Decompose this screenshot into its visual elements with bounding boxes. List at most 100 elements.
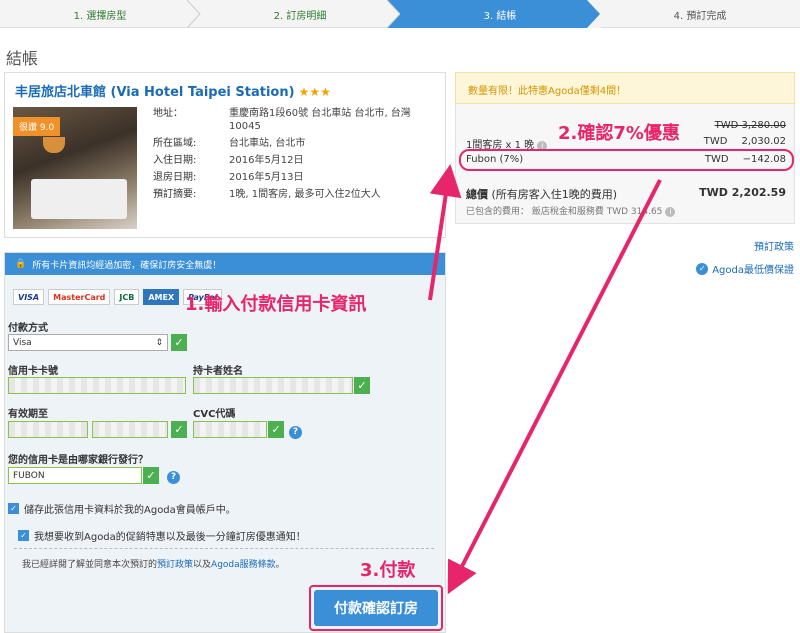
pay-button-highlight: 付款確認訂房 [309, 585, 443, 631]
terms-text: 。 [275, 560, 285, 570]
card-holder-label: 持卡者姓名 [193, 366, 243, 377]
room-price: 2,030.02 [741, 136, 786, 147]
save-card-label: 儲存此張信用卡資料於我的Agoda會員帳戶中。 [24, 505, 236, 516]
cvc-label: CVC代碼 [193, 409, 236, 420]
valid-check-icon: ✓ [354, 377, 370, 394]
issuing-bank-label: 您的信用卡是由哪家銀行發行？ [8, 455, 148, 466]
annotation-step3: 3.付款 [360, 560, 416, 581]
info-value: 1晚, 1間客房, 最多可入住2位大人 [229, 189, 381, 200]
hotel-name[interactable]: 丰居旅店北車館 (Via Hotel Taipei Station) [15, 85, 295, 100]
info-label: 入住日期: [153, 155, 197, 166]
discount-row: Fubon (7%) TWD −142.08 [466, 154, 786, 165]
hotel-photo[interactable]: 很讚 9.0 [13, 107, 137, 229]
select-arrows-icon: ⇕ [155, 337, 163, 348]
info-label: 地址： [153, 108, 183, 119]
jcb-logo-icon: JCB [114, 289, 140, 305]
card-holder-input[interactable] [193, 377, 353, 394]
annotation-step1: 1.輸入付款信用卡資訊 [185, 294, 367, 315]
info-value: 重慶南路1段60號 台北車站 台北市, 台灣 10045 [229, 108, 411, 132]
card-number-label: 信用卡卡號 [8, 366, 58, 377]
info-label: 預訂摘要: [153, 189, 197, 200]
total-label: 總價 [466, 188, 488, 201]
booking-policy-terms-link[interactable]: 預訂政策 [157, 560, 193, 570]
valid-check-icon: ✓ [143, 467, 159, 484]
step-label: 1. 選擇房型 [73, 10, 127, 22]
annotation-step2: 2.確認7%優惠 [558, 123, 680, 144]
newsletter-checkbox[interactable]: ✓ 我想要收到Agoda的促銷特惠以及最後一分鐘訂房優惠通知！ [18, 528, 306, 543]
promo-banner: 數量有限！此特惠Agoda僅剩4間！ [455, 72, 795, 104]
rating-badge: 很讚 9.0 [13, 117, 61, 136]
checkbox-checked-icon: ✓ [8, 503, 19, 514]
valid-check-icon: ✓ [171, 421, 187, 438]
help-icon[interactable]: ? [167, 471, 180, 484]
photo-detail [43, 137, 65, 153]
info-value: 2016年5月13日 [229, 172, 304, 183]
total-label-wrap: 總價 (所有房客入住1晚的費用) [466, 186, 617, 202]
info-row-checkin: 入住日期: 2016年5月12日 [153, 154, 439, 167]
save-card-checkbox[interactable]: ✓ 儲存此張信用卡資料於我的Agoda會員帳戶中。 [8, 501, 236, 516]
payment-method-label: 付款方式 [8, 323, 48, 334]
terms-agreement: 我已經詳閱了解並同意本次預訂的預訂政策以及Agoda服務條款。 [22, 557, 285, 570]
hotel-card: 丰居旅店北車館 (Via Hotel Taipei Station) ★★★ 很讚… [4, 72, 446, 238]
expiry-month-select[interactable] [8, 421, 88, 438]
info-label: 所在區域: [153, 138, 197, 149]
discount-label: Fubon (7%) [466, 154, 524, 165]
terms-text: 我已經詳閱了解並同意本次預訂的 [22, 560, 158, 570]
step-label: 4. 預訂完成 [673, 10, 727, 22]
included-fees: 已包含的費用： 飯店稅金和服務費 TWD 314.65 i [466, 204, 676, 217]
visa-logo-icon: VISA [13, 289, 45, 305]
expiry-label: 有效期至 [8, 409, 48, 420]
info-label: 退房日期: [153, 172, 197, 183]
secure-text: 所有卡片資訊均經過加密，確保訂房安全無虞！ [32, 260, 222, 271]
price-guarantee-link[interactable]: ✓ Agoda最低價保證 [696, 261, 794, 276]
info-row-area: 所在區域: 台北車站, 台北市 [153, 137, 439, 150]
info-value: 2016年5月12日 [229, 155, 304, 166]
step-select-room: 1. 選擇房型 [0, 0, 201, 28]
original-price: TWD 3,280.00 [714, 120, 786, 131]
hotel-name-row: 丰居旅店北車館 (Via Hotel Taipei Station) ★★★ [15, 81, 331, 100]
checkout-steps: 1. 選擇房型 2. 訂房明細 3. 結帳 4. 預訂完成 [0, 0, 800, 28]
discount-value: −142.08 [742, 154, 786, 165]
newsletter-label: 我想要收到Agoda的促銷特惠以及最後一分鐘訂房優惠通知！ [34, 532, 306, 543]
valid-check-icon: ✓ [171, 334, 187, 351]
info-value: 台北車站, 台北市 [229, 138, 306, 149]
divider [14, 548, 434, 549]
step-label: 2. 訂房明細 [273, 10, 327, 22]
check-circle-icon: ✓ [696, 262, 709, 275]
issuing-bank-input[interactable]: FUBON [8, 467, 142, 484]
booking-policy-link[interactable]: 預訂政策 [754, 238, 794, 253]
payment-method-value: Visa [13, 337, 32, 348]
discount-amount: TWD −142.08 [705, 154, 786, 165]
mastercard-logo-icon: MasterCard [48, 289, 111, 305]
card-number-input[interactable] [8, 377, 186, 394]
total-value: TWD 2,202.59 [699, 186, 786, 199]
total-row: 總價 (所有房客入住1晚的費用) TWD 2,202.59 [466, 186, 786, 202]
page-title: 結帳 [6, 49, 39, 68]
amex-logo-icon: AMEX [143, 289, 180, 305]
arrow-to-pay-button [447, 179, 662, 595]
step-complete: 4. 預訂完成 [600, 0, 800, 28]
included-text: 已包含的費用： 飯店稅金和服務費 TWD 314.65 [466, 207, 663, 217]
pay-confirm-button[interactable]: 付款確認訂房 [314, 590, 438, 626]
currency: TWD [703, 136, 728, 147]
checkbox-checked-icon: ✓ [18, 530, 29, 541]
help-icon[interactable]: ? [289, 426, 302, 439]
cvc-input[interactable] [193, 421, 267, 438]
step-checkout: 3. 結帳 [400, 0, 601, 28]
guarantee-label: Agoda最低價保證 [712, 265, 794, 276]
info-icon[interactable]: i [665, 207, 676, 217]
info-row-checkout: 退房日期: 2016年5月13日 [153, 171, 439, 184]
step-booking-details: 2. 訂房明細 [200, 0, 401, 28]
step-separator [187, 0, 201, 28]
booking-info: 地址： 重慶南路1段60號 台北車站 台北市, 台灣 10045 所在區域: 台北車… [153, 107, 439, 205]
step-separator [587, 0, 601, 28]
terms-text: 以及 [193, 560, 212, 570]
secure-banner: 🔒 所有卡片資訊均經過加密，確保訂房安全無虞！ [5, 253, 445, 275]
info-row-address: 地址： 重慶南路1段60號 台北車站 台北市, 台灣 10045 [153, 107, 439, 133]
issuing-bank-value: FUBON [13, 470, 45, 481]
expiry-year-select[interactable] [92, 421, 168, 438]
total-note: (所有房客入住1晚的費用) [491, 188, 618, 201]
currency: TWD [704, 154, 729, 165]
agoda-terms-link[interactable]: Agoda服務條款 [211, 560, 276, 570]
payment-method-select[interactable]: Visa ⇕ [8, 334, 168, 351]
